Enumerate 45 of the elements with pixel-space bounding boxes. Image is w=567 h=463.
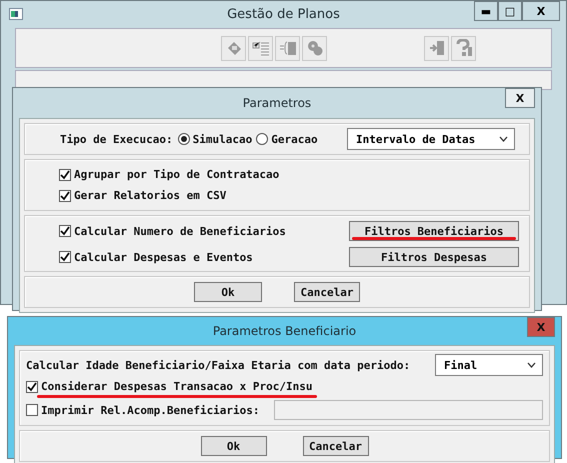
period-dropdown[interactable]: Final xyxy=(435,354,543,376)
radio-option[interactable]: Geracao xyxy=(256,132,318,146)
checkbox[interactable]: Imprimir Rel.Acomp.Beneficiarios: xyxy=(26,404,260,416)
toolbar-button[interactable] xyxy=(248,36,273,60)
check-icon xyxy=(60,170,70,180)
checkbox[interactable]: Calcular Despesas e Eventos xyxy=(59,250,253,264)
minimize-button[interactable]: ▬ xyxy=(474,1,498,21)
toolbar-button[interactable] xyxy=(424,36,449,60)
checklist-icon xyxy=(252,39,270,57)
check-icon xyxy=(60,190,70,200)
toolbar-button[interactable] xyxy=(302,36,327,60)
checkbox[interactable]: Calcular Numero de Beneficiarios xyxy=(59,224,286,238)
window-title: Gestão de Planos xyxy=(227,7,340,22)
dialog-title: Parametros xyxy=(242,96,312,110)
radio-option[interactable]: Simulacao xyxy=(178,132,252,146)
caret-icon xyxy=(527,362,536,368)
ok-button[interactable]: Ok xyxy=(194,282,262,302)
maximize-button[interactable]: □ xyxy=(498,1,522,21)
toolbar-button[interactable] xyxy=(221,36,246,60)
close-button[interactable]: X xyxy=(505,88,535,108)
age-period-label: Calcular Idade Beneficiario/Faixa Etaria com data periodo: xyxy=(26,358,410,372)
filter-button[interactable]: Filtros Despesas xyxy=(349,247,519,267)
filter-button[interactable]: Filtros Beneficiarios xyxy=(349,221,519,241)
check-icon xyxy=(60,252,70,262)
checkbox[interactable]: Considerar Despesas Transacao x Proc/Insu xyxy=(26,380,313,393)
dialog-title: Parametros Beneficiario xyxy=(212,324,356,338)
check-icon xyxy=(60,226,70,236)
close-button[interactable]: X xyxy=(522,1,560,21)
app-icon xyxy=(9,8,23,20)
toolbar-button[interactable] xyxy=(275,36,300,60)
close-button[interactable]: X xyxy=(527,317,555,337)
help-icon xyxy=(454,39,472,57)
toolbar-button[interactable] xyxy=(451,36,476,60)
check-icon xyxy=(27,382,37,392)
execution-label: Tipo de Execucao: xyxy=(60,132,173,146)
caret-icon xyxy=(499,136,508,142)
ok-button[interactable]: Ok xyxy=(200,436,266,456)
checkbox[interactable]: Gerar Relatorios em CSV xyxy=(59,189,519,202)
text-field[interactable] xyxy=(274,400,543,420)
list-icon xyxy=(278,39,296,57)
cancel-button[interactable]: Cancelar xyxy=(294,282,360,302)
door-icon xyxy=(428,39,446,57)
date-range-dropdown[interactable]: Intervalo de Datas xyxy=(347,128,515,150)
checkbox[interactable]: Agrupar por Tipo de Contratacao xyxy=(59,168,519,181)
cancel-button[interactable]: Cancelar xyxy=(302,436,368,456)
